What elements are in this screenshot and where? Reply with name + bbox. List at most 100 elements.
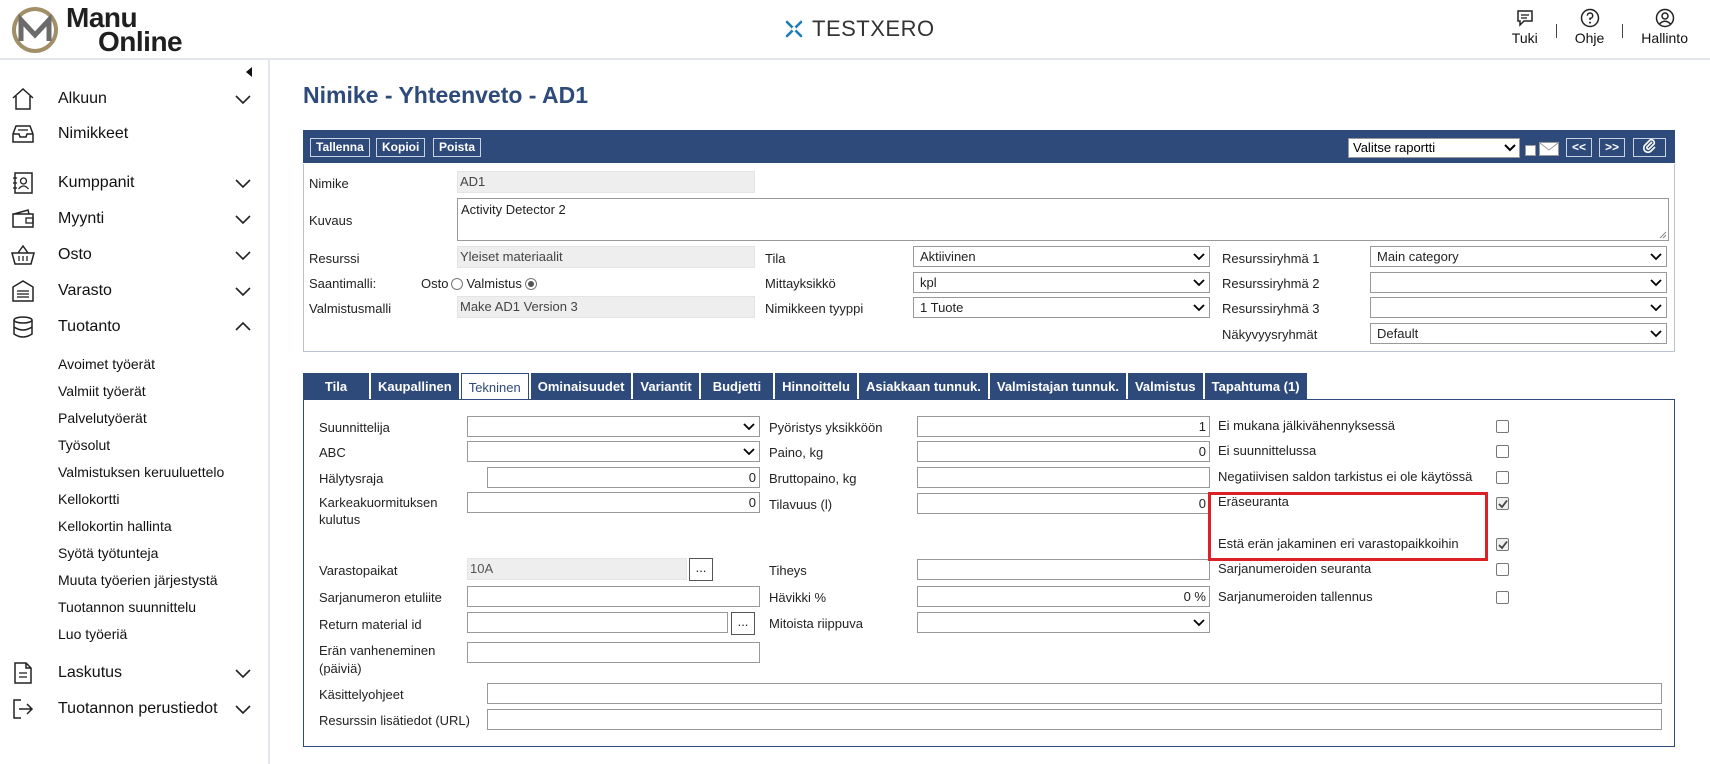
havikki-input[interactable]: 0 %	[917, 586, 1210, 607]
tila-select[interactable]: Aktiivinen	[913, 246, 1210, 267]
chevron-down-icon	[1193, 304, 1205, 312]
tab-valmistajan-tunnukset[interactable]: Valmistajan tunnuk.	[989, 373, 1126, 400]
nimikkeen-tyyppi-label: Nimikkeen tyyppi	[765, 301, 864, 316]
tab-budjetti[interactable]: Budjetti	[700, 373, 774, 400]
eran-vanheneminen-input[interactable]	[467, 642, 760, 663]
ei-jalkivahennys-checkbox[interactable]	[1496, 420, 1509, 433]
app-logo[interactable]: Manu Online	[10, 4, 183, 56]
previous-button[interactable]: <<	[1566, 138, 1592, 157]
copy-button[interactable]: Kopioi	[376, 138, 426, 157]
support-button[interactable]: Tuki	[1506, 8, 1544, 46]
sarjanumeroiden-tallennus-checkbox[interactable]	[1496, 591, 1509, 604]
resurssiryhma-2-select[interactable]	[1370, 272, 1667, 293]
attachment-button[interactable]	[1633, 138, 1666, 157]
negatiivinen-saldo-checkbox[interactable]	[1496, 471, 1509, 484]
valmistus-radio[interactable]	[524, 278, 537, 290]
report-checkbox[interactable]	[1525, 145, 1536, 156]
nakyvyysryhmat-select[interactable]: Default	[1370, 323, 1667, 344]
chevron-down-icon[interactable]	[234, 90, 252, 108]
delete-button[interactable]: Poista	[433, 138, 482, 157]
return-material-picker-button[interactable]: ...	[731, 612, 755, 635]
sidebar-item-tuotanto[interactable]: Tuotanto	[0, 312, 268, 342]
sidebar-item-kumppanit[interactable]: Kumppanit	[0, 168, 268, 198]
contacts-icon	[13, 172, 33, 194]
osto-radio[interactable]	[451, 278, 464, 290]
paino-input[interactable]: 0	[917, 441, 1210, 462]
sidebar-item-osto[interactable]: Osto	[0, 240, 268, 270]
nimikkeen-tyyppi-value: 1 Tuote	[920, 300, 964, 315]
resize-grip-icon[interactable]	[1659, 231, 1667, 239]
mitoista-riippuva-select[interactable]	[917, 612, 1210, 633]
sarjanumeroiden-seuranta-checkbox[interactable]	[1496, 563, 1509, 576]
bruttopaino-input[interactable]	[917, 467, 1210, 488]
submenu-luo-tyoeria[interactable]: Luo työeriä	[58, 626, 127, 642]
submenu-syota-tyotunteja[interactable]: Syötä työtunteja	[58, 545, 158, 561]
nimikkeen-tyyppi-select[interactable]: 1 Tuote	[913, 297, 1210, 318]
suunnittelija-select[interactable]	[467, 416, 760, 437]
kuvaus-textarea[interactable]: Activity Detector 2	[457, 198, 1669, 241]
document-icon	[14, 662, 32, 684]
mittayksikko-select[interactable]: kpl	[913, 272, 1210, 293]
submenu-avoimet-tyoerat[interactable]: Avoimet työerät	[58, 356, 155, 372]
ei-suunnittelussa-checkbox[interactable]	[1496, 445, 1509, 458]
submenu-tyosolut[interactable]: Työsolut	[58, 437, 110, 453]
sidebar-item-tuotannon-perustiedot[interactable]: Tuotannon perustiedot	[0, 694, 268, 724]
submenu-kellokortin-hallinta[interactable]: Kellokortin hallinta	[58, 518, 172, 534]
sidebar-item-nimikkeet[interactable]: Nimikkeet	[0, 119, 268, 149]
tab-tapahtuma[interactable]: Tapahtuma (1)	[1204, 373, 1307, 400]
chevron-up-icon[interactable]	[234, 318, 252, 336]
halytysraja-input[interactable]: 0	[487, 467, 760, 488]
save-button[interactable]: Tallenna	[310, 138, 370, 157]
tab-kaupallinen[interactable]: Kaupallinen	[371, 373, 459, 400]
tilavuus-input[interactable]: 0	[917, 493, 1210, 514]
tab-valmistus[interactable]: Valmistus	[1127, 373, 1203, 400]
logout-icon	[13, 699, 34, 719]
eraseuranta-checkbox[interactable]	[1496, 497, 1509, 510]
next-button[interactable]: >>	[1599, 138, 1625, 157]
kasittelyohjeet-input[interactable]	[487, 683, 1662, 704]
lisatiedot-url-input[interactable]	[487, 709, 1662, 730]
esta-eran-jakaminen-checkbox[interactable]	[1496, 538, 1509, 551]
chevron-down-icon[interactable]	[234, 282, 252, 300]
admin-button[interactable]: Hallinto	[1635, 8, 1694, 46]
tab-ominaisuudet[interactable]: Ominaisuudet	[530, 373, 632, 400]
collapse-sidebar-icon[interactable]	[244, 66, 254, 78]
submenu-tuotannon-suunnittelu[interactable]: Tuotannon suunnittelu	[58, 599, 196, 615]
resurssiryhma-3-select[interactable]	[1370, 297, 1667, 318]
tab-variantit[interactable]: Variantit	[633, 373, 699, 400]
submenu-kellokortti[interactable]: Kellokortti	[58, 491, 119, 507]
mail-icon[interactable]	[1539, 142, 1559, 156]
report-select[interactable]: Valitse raportti	[1348, 138, 1520, 158]
pyoristys-input[interactable]: 1	[917, 416, 1210, 437]
submenu-palvelutyoerat[interactable]: Palvelutyöerät	[58, 410, 147, 426]
help-button[interactable]: Ohje	[1569, 8, 1611, 46]
sidebar-item-alkuun[interactable]: Alkuun	[0, 84, 268, 114]
chevron-down-icon[interactable]	[234, 210, 252, 228]
tab-asiakkaan-tunnukset[interactable]: Asiakkaan tunnuk.	[859, 373, 988, 400]
resurssiryhma-1-select[interactable]: Main category	[1370, 246, 1667, 267]
sidebar-item-varasto[interactable]: Varasto	[0, 276, 268, 306]
varastopaikat-picker-button[interactable]: ...	[689, 558, 713, 581]
return-material-id-input[interactable]	[467, 612, 728, 633]
sarjanumeron-etuliite-input[interactable]	[467, 586, 760, 607]
mittayksikko-value: kpl	[920, 275, 937, 290]
abc-select[interactable]	[467, 441, 760, 462]
chevron-down-icon[interactable]	[234, 700, 252, 718]
tiheys-input[interactable]	[917, 559, 1210, 580]
chevron-down-icon[interactable]	[234, 174, 252, 192]
chevron-down-icon[interactable]	[234, 246, 252, 264]
tab-hinnoittelu[interactable]: Hinnoittelu	[775, 373, 857, 400]
submenu-muuta-jarjestysta[interactable]: Muuta työerien järjestystä	[58, 572, 218, 588]
user-icon	[1655, 8, 1674, 28]
chevron-down-icon[interactable]	[234, 664, 252, 682]
sidebar-item-myynti[interactable]: Myynti	[0, 204, 268, 234]
sidebar-item-laskutus[interactable]: Laskutus	[0, 658, 268, 688]
tab-tila[interactable]: Tila	[303, 373, 369, 400]
page-title: Nimike - Yhteenveto - AD1	[303, 82, 589, 108]
submenu-valmiit-tyoerat[interactable]: Valmiit työerät	[58, 383, 146, 399]
karkeakuormitus-input[interactable]: 0	[467, 492, 760, 513]
sarjanumeroiden-tallennus-label: Sarjanumeroiden tallennus	[1218, 589, 1373, 604]
submenu-keruuluettelo[interactable]: Valmistuksen keruuluettelo	[58, 464, 224, 480]
nimike-field: AD1	[457, 171, 755, 193]
tab-tekninen[interactable]: Tekninen	[460, 373, 529, 401]
